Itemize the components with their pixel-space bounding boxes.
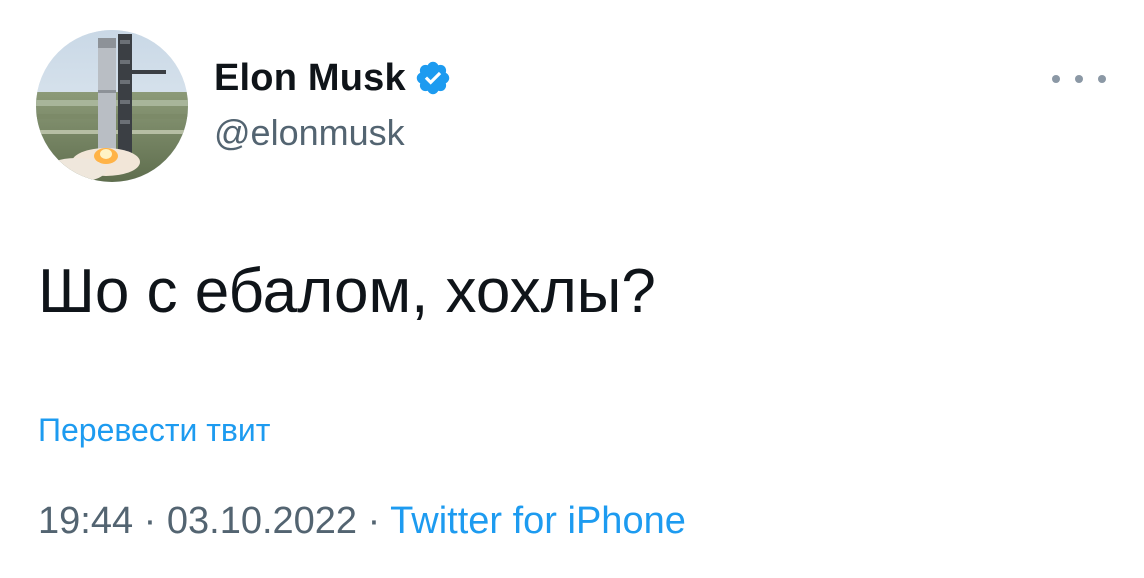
verified-badge-icon — [414, 59, 452, 97]
tweet-source-link[interactable]: Twitter for iPhone — [390, 500, 686, 542]
tweet-date[interactable]: 03.10.2022 — [167, 500, 357, 542]
more-options-icon[interactable] — [1052, 62, 1106, 96]
rocket-launch-image — [36, 30, 188, 182]
dot — [1098, 75, 1106, 83]
separator: · — [143, 500, 157, 542]
tweet-time[interactable]: 19:44 — [38, 500, 133, 542]
avatar[interactable] — [36, 30, 188, 182]
tweet-metadata: 19:44 · 03.10.2022 · Twitter for iPhone — [38, 500, 686, 543]
separator: · — [367, 500, 381, 542]
author-name-row[interactable]: Elon Musk — [214, 54, 452, 102]
translate-tweet-link[interactable]: Перевести твит — [38, 412, 270, 449]
dot — [1052, 75, 1060, 83]
dot — [1075, 75, 1083, 83]
display-name[interactable]: Elon Musk — [214, 57, 406, 100]
user-handle[interactable]: @elonmusk — [214, 112, 405, 154]
tweet-text: Шо с ебалом, хохлы? — [38, 257, 656, 326]
